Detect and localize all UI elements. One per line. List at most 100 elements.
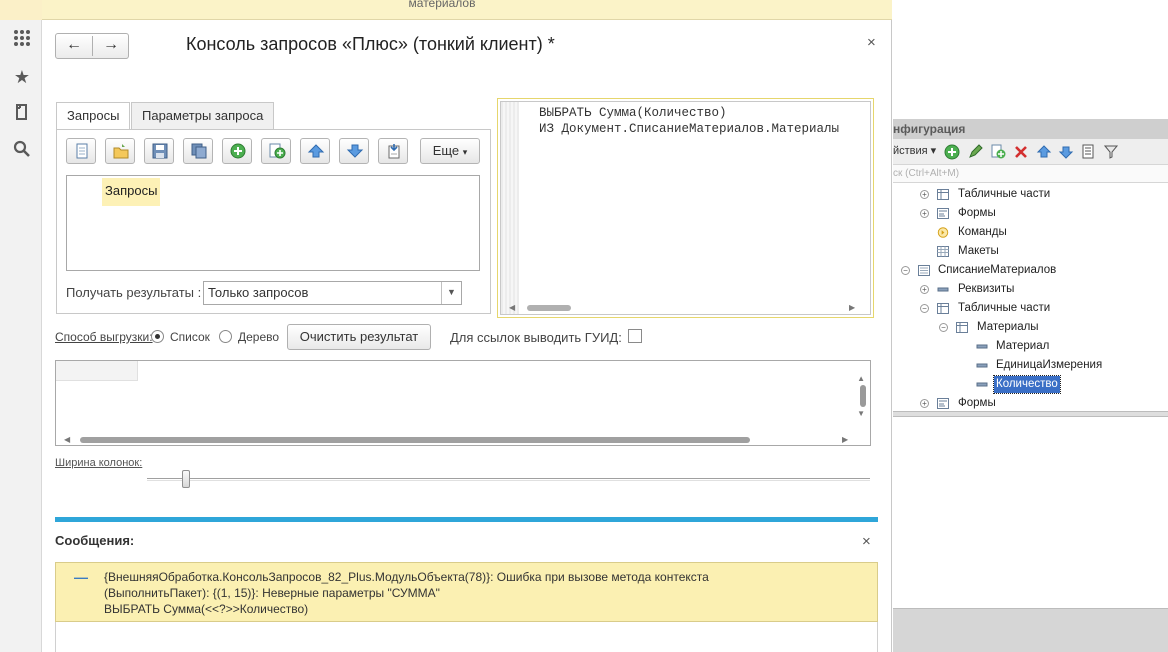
move-up-icon[interactable] bbox=[1036, 144, 1052, 160]
get-results-select[interactable]: Только запросов ▼ bbox=[203, 281, 462, 305]
new-icon bbox=[76, 143, 88, 159]
editor-horizontal-scrollbar[interactable]: ◀ ▶ bbox=[509, 302, 859, 312]
add-icon bbox=[230, 143, 246, 159]
copy-button[interactable] bbox=[183, 138, 213, 164]
query-editor[interactable]: ВЫБРАТЬ Сумма(Количество) ИЗ Документ.Сп… bbox=[500, 101, 871, 315]
tree-row[interactable]: Макеты bbox=[893, 242, 1168, 261]
expand-icon[interactable]: + bbox=[920, 190, 929, 199]
open-button[interactable] bbox=[105, 138, 135, 164]
column-width-slider[interactable] bbox=[147, 478, 870, 481]
collapse-icon[interactable]: − bbox=[939, 323, 948, 332]
radio-list-label: Список bbox=[170, 330, 210, 344]
messages-title: Сообщения: bbox=[55, 533, 135, 548]
panel-divider[interactable] bbox=[893, 411, 1168, 417]
collapse-icon[interactable]: − bbox=[920, 304, 929, 313]
save-button[interactable] bbox=[144, 138, 174, 164]
scroll-left-icon[interactable]: ◀ bbox=[509, 303, 515, 312]
clear-result-button[interactable]: Очистить результат bbox=[287, 324, 431, 350]
move-down-button[interactable] bbox=[339, 138, 369, 164]
configurator-tree[interactable]: + Табличные части + Формы Команды Макеты… bbox=[893, 184, 1168, 412]
tree-label: Табличные части bbox=[958, 188, 1051, 200]
message-line: (ВыполнитьПакет): {(1, 15)}: Неверные па… bbox=[104, 586, 440, 600]
guid-checkbox[interactable] bbox=[628, 329, 642, 343]
top-band-text: материалов bbox=[408, 0, 476, 10]
expand-icon[interactable]: + bbox=[920, 209, 929, 218]
vertical-scrollbar-thumb[interactable] bbox=[860, 385, 866, 407]
tree-label: Команды bbox=[958, 226, 1007, 238]
import-icon bbox=[388, 144, 400, 159]
close-window-button[interactable]: × bbox=[867, 34, 876, 51]
template-icon bbox=[937, 246, 949, 257]
filter-icon[interactable] bbox=[1104, 144, 1120, 160]
tree-row[interactable]: − Табличные части bbox=[893, 299, 1168, 318]
add-child-button[interactable] bbox=[261, 138, 291, 164]
more-label: Еще bbox=[432, 143, 460, 158]
tab-query-parameters[interactable]: Параметры запроса bbox=[131, 102, 275, 130]
delete-icon[interactable] bbox=[1013, 144, 1029, 160]
move-down-icon[interactable] bbox=[1058, 144, 1074, 160]
actions-menu[interactable]: йствия ▾ bbox=[893, 144, 936, 157]
move-up-button[interactable] bbox=[300, 138, 330, 164]
list-icon[interactable] bbox=[1081, 144, 1097, 160]
scroll-up-icon[interactable]: ▲ bbox=[857, 374, 865, 383]
form-icon bbox=[937, 208, 949, 219]
tree-label: Количество bbox=[993, 375, 1061, 394]
edit-icon[interactable] bbox=[967, 144, 983, 160]
queries-tree[interactable]: Запросы bbox=[66, 175, 480, 271]
more-button[interactable]: Еще ▾ bbox=[420, 138, 480, 164]
messages-area bbox=[55, 622, 878, 652]
tree-row[interactable]: − Материалы bbox=[893, 318, 1168, 337]
apps-grid-icon[interactable] bbox=[12, 29, 32, 49]
scroll-down-icon[interactable]: ▼ bbox=[857, 409, 865, 418]
history-icon[interactable] bbox=[12, 103, 32, 123]
close-messages-button[interactable]: × bbox=[862, 533, 871, 550]
attribute-icon bbox=[976, 363, 988, 368]
message-line: {ВнешняяОбработка.КонсольЗапросов_82_Plu… bbox=[104, 570, 709, 584]
scroll-right-icon[interactable]: ▶ bbox=[849, 303, 855, 312]
configurator-search[interactable]: ск (Ctrl+Alt+M) bbox=[893, 165, 1168, 183]
column-width-label: Ширина колонок: bbox=[55, 457, 143, 469]
export-mode-label: Способ выгрузки: bbox=[55, 330, 153, 344]
tree-row[interactable]: + Реквизиты bbox=[893, 280, 1168, 299]
scrollbar-thumb[interactable] bbox=[527, 305, 571, 311]
bottom-panel bbox=[893, 608, 1168, 652]
tree-row[interactable]: + Табличные части bbox=[893, 185, 1168, 204]
get-results-value: Только запросов bbox=[208, 285, 309, 300]
expand-icon[interactable]: + bbox=[920, 285, 929, 294]
table-icon bbox=[956, 322, 968, 333]
add-icon[interactable] bbox=[944, 144, 960, 160]
new-button[interactable] bbox=[66, 138, 96, 164]
message-marker-icon: — bbox=[74, 569, 88, 585]
message-item[interactable]: — {ВнешняяОбработка.КонсольЗапросов_82_P… bbox=[55, 562, 878, 622]
tree-row[interactable]: + Формы bbox=[893, 204, 1168, 223]
add-button[interactable] bbox=[222, 138, 252, 164]
add-child-icon[interactable] bbox=[990, 144, 1006, 160]
slider-thumb[interactable] bbox=[182, 470, 190, 488]
results-grid[interactable]: ▲ ▼ ◀ ▶ bbox=[55, 360, 871, 446]
radio-list[interactable] bbox=[151, 330, 164, 343]
tab-queries[interactable]: Запросы bbox=[56, 102, 131, 131]
forward-button[interactable]: → bbox=[93, 34, 129, 58]
collapse-icon[interactable]: − bbox=[901, 266, 910, 275]
tree-row[interactable]: ЕдиницаИзмерения bbox=[893, 356, 1168, 375]
horizontal-scrollbar-thumb[interactable] bbox=[80, 437, 750, 443]
import-button[interactable] bbox=[378, 138, 408, 164]
open-folder-icon bbox=[113, 144, 129, 159]
radio-tree-label: Дерево bbox=[238, 330, 280, 344]
form-icon bbox=[937, 398, 949, 409]
tree-row-selected[interactable]: Количество bbox=[893, 375, 1168, 394]
tree-row[interactable]: Материал bbox=[893, 337, 1168, 356]
search-icon[interactable] bbox=[12, 140, 32, 160]
radio-tree[interactable] bbox=[219, 330, 232, 343]
tree-row[interactable]: Команды bbox=[893, 223, 1168, 242]
document-icon bbox=[918, 265, 930, 276]
chevron-down-icon[interactable]: ▼ bbox=[441, 282, 461, 304]
configurator-panel: нфигурация йствия ▾ ск (Ctrl+Alt+M) + Та… bbox=[893, 0, 1168, 652]
scroll-right-icon[interactable]: ▶ bbox=[842, 435, 848, 444]
scroll-left-icon[interactable]: ◀ bbox=[64, 435, 70, 444]
expand-icon[interactable]: + bbox=[920, 399, 929, 408]
tree-row[interactable]: − СписаниеМатериалов bbox=[893, 261, 1168, 280]
back-button[interactable]: ← bbox=[56, 34, 92, 58]
star-icon[interactable]: ★ bbox=[12, 67, 32, 87]
tree-item-queries[interactable]: Запросы bbox=[102, 178, 161, 206]
